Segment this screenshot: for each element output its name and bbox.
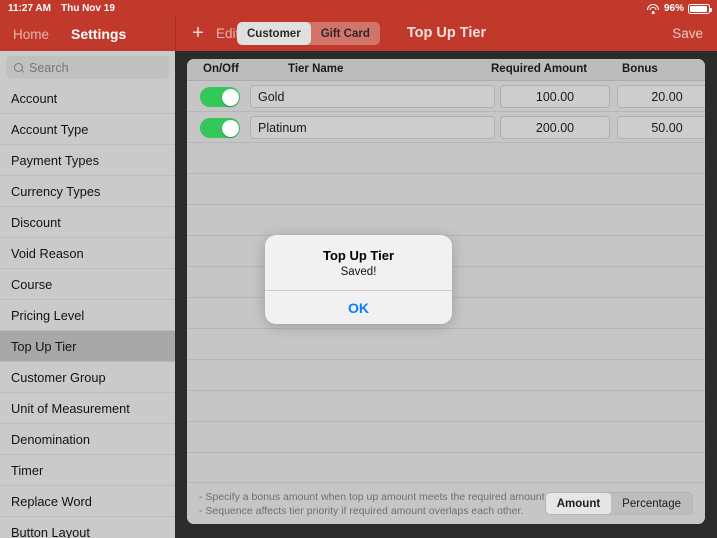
app-root: 11:27 AM Thu Nov 19 96% Home Settings + … xyxy=(0,0,717,538)
alert-message: Saved! xyxy=(340,266,377,278)
alert-overlay: Top Up Tier Saved! OK xyxy=(0,0,717,538)
alert-body: Top Up Tier Saved! xyxy=(265,235,452,290)
alert-ok-button[interactable]: OK xyxy=(265,291,452,324)
alert-title: Top Up Tier xyxy=(322,248,395,263)
alert-dialog: Top Up Tier Saved! OK xyxy=(265,235,452,324)
